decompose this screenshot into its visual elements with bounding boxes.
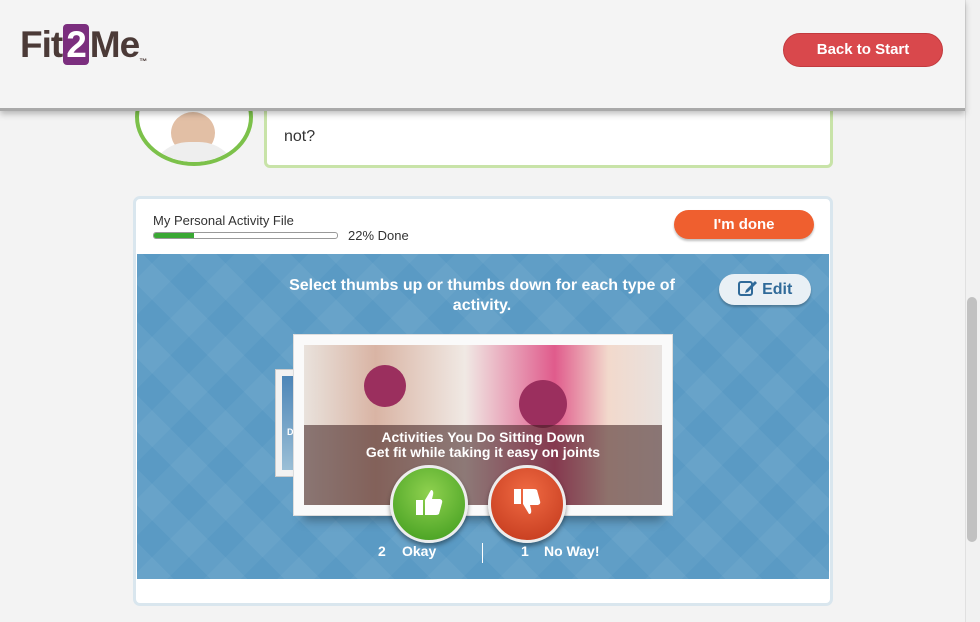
thumbs-up-icon <box>416 490 443 515</box>
fit2me-logo[interactable]: Fit 2 Me™ <box>20 24 147 66</box>
coach-shirt <box>149 142 239 162</box>
card-subtitle: Get fit while taking it easy on joints <box>365 444 601 460</box>
thumbs-up-button[interactable] <box>390 465 468 543</box>
kettlebell-left <box>364 365 406 407</box>
kettlebell-right <box>519 380 567 428</box>
card-caption: Activities You Do Sitting Down Get fit w… <box>304 425 662 505</box>
instructions-text: Select thumbs up or thumbs down for each… <box>289 277 675 314</box>
edit-button[interactable]: Edit <box>719 274 811 305</box>
thumbs-down-icon <box>514 489 541 514</box>
top-header: Fit 2 Me™ Back to Start <box>0 0 965 111</box>
edit-icon <box>737 281 757 296</box>
card-title: Activities You Do Sitting Down <box>381 429 585 445</box>
noway-label: No Way! <box>544 543 600 559</box>
edit-label: Edit <box>762 281 793 298</box>
progress-bar <box>153 232 338 239</box>
okay-label: Okay <box>402 543 437 559</box>
activity-photo: Activities You Do Sitting Down Get fit w… <box>304 345 662 505</box>
activity-panel: My Personal Activity File 22% Done I'm d… <box>133 196 833 606</box>
progress-bar-fill <box>154 233 195 238</box>
coach-message: not? <box>284 128 316 145</box>
thumbs-down-button[interactable] <box>488 465 566 543</box>
back-to-start-button[interactable]: Back to Start <box>783 33 943 67</box>
activity-file-title: My Personal Activity File <box>153 213 294 228</box>
activity-stage: Select thumbs up or thumbs down for each… <box>137 254 829 579</box>
page-scrollbar-thumb[interactable] <box>967 297 977 542</box>
noway-count: 1 <box>521 543 529 559</box>
im-done-button[interactable]: I'm done <box>674 210 814 239</box>
tally-divider <box>482 543 483 563</box>
logo-text-fit: Fit <box>20 24 63 65</box>
logo-text-me: Me <box>89 24 140 65</box>
activity-card: Activities You Do Sitting Down Get fit w… <box>293 334 673 516</box>
logo-text-2: 2 <box>63 24 89 65</box>
logo-trademark: ™ <box>139 57 147 66</box>
progress-text: 22% Done <box>348 228 409 243</box>
okay-count: 2 <box>378 543 386 559</box>
